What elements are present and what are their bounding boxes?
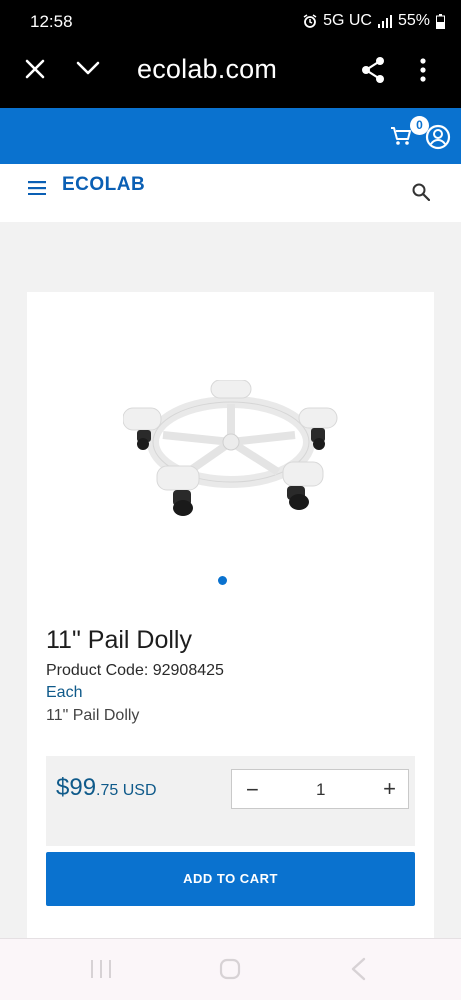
- product-description: 11" Pail Dolly: [46, 707, 140, 724]
- more-vert-icon[interactable]: [419, 58, 427, 87]
- quantity-stepper: − 1 +: [231, 769, 409, 809]
- alarm-icon: [303, 14, 317, 28]
- browser-top-bar: 12:58 5G UC 55% ecolab.com: [0, 0, 461, 108]
- share-icon[interactable]: [360, 56, 386, 89]
- status-time: 12:58: [30, 12, 73, 31]
- ecolab-logo[interactable]: ECOLAB: [62, 174, 145, 196]
- unit-of-measure: Each: [46, 684, 83, 701]
- utility-bar: 0: [0, 108, 461, 164]
- menu-icon[interactable]: [28, 181, 46, 200]
- android-nav-bar: [0, 938, 461, 1000]
- cart-icon[interactable]: [390, 126, 412, 151]
- status-indicators: 5G UC 55%: [303, 12, 445, 30]
- decrease-quantity-button[interactable]: −: [246, 777, 259, 803]
- account-icon[interactable]: [425, 124, 451, 155]
- back-icon[interactable]: [350, 957, 366, 986]
- battery-percent: 55%: [397, 12, 430, 29]
- carousel-indicator-dot[interactable]: [218, 576, 227, 585]
- home-icon[interactable]: [219, 958, 241, 985]
- increase-quantity-button[interactable]: +: [383, 776, 396, 802]
- network-type: 5G UC: [323, 12, 372, 29]
- product-title: 11" Pail Dolly: [46, 626, 192, 654]
- price-dollars: $99: [56, 774, 97, 801]
- signal-icon: [377, 14, 392, 28]
- chevron-down-icon[interactable]: [76, 60, 100, 81]
- quantity-input[interactable]: 1: [316, 780, 325, 800]
- product-code: Product Code: 92908425: [46, 662, 224, 679]
- price: $99.75 USD: [56, 774, 157, 802]
- recents-icon[interactable]: [90, 959, 112, 984]
- close-icon[interactable]: [24, 58, 46, 85]
- search-icon[interactable]: [412, 183, 431, 206]
- browser-url-row: ecolab.com: [0, 52, 461, 92]
- url-text[interactable]: ecolab.com: [137, 54, 277, 85]
- add-to-cart-button[interactable]: ADD TO CART: [46, 852, 415, 906]
- product-image[interactable]: [123, 380, 339, 528]
- battery-icon: [436, 13, 445, 29]
- price-quantity-panel: $99.75 USD − 1 +: [46, 756, 415, 846]
- price-cents-currency: .75 USD: [96, 782, 157, 799]
- site-header: ECOLAB: [0, 164, 461, 222]
- product-card: 11" Pail Dolly Product Code: 92908425 Ea…: [27, 292, 434, 952]
